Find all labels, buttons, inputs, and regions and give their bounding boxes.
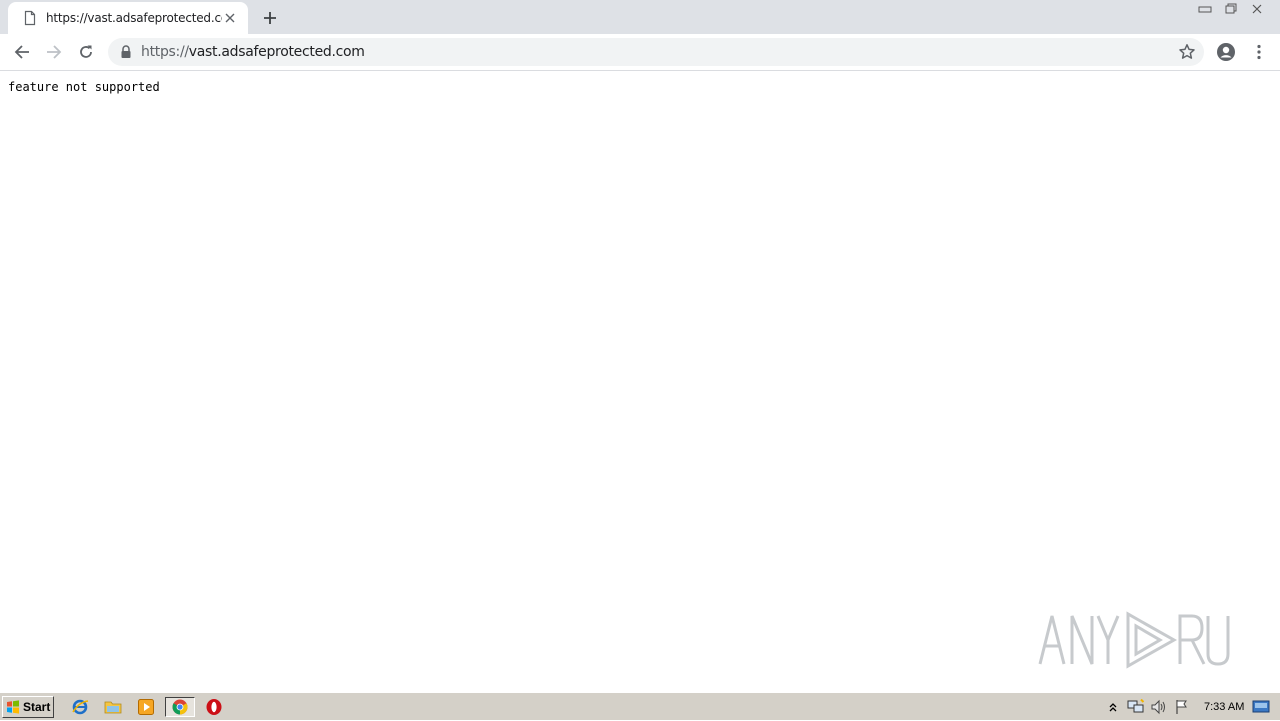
reload-button[interactable] (74, 40, 98, 64)
tab-strip: https://vast.adsafeprotected.com (0, 0, 1280, 34)
opera-icon (206, 699, 222, 715)
tab-active[interactable]: https://vast.adsafeprotected.com (8, 2, 248, 34)
media-player-icon (138, 699, 154, 715)
taskbar-media-player[interactable] (135, 697, 157, 717)
arrow-right-icon (47, 45, 62, 59)
folder-icon (104, 701, 122, 714)
clock[interactable]: 7:33 AM (1204, 701, 1244, 713)
volume-button[interactable] (1150, 698, 1168, 716)
tab-title: https://vast.adsafeprotected.com (46, 11, 222, 25)
windows-logo-icon (7, 700, 19, 714)
show-desktop-icon[interactable] (1252, 700, 1270, 714)
restore-icon (1225, 3, 1237, 14)
minimize-button[interactable] (1192, 0, 1218, 18)
new-tab-button[interactable] (258, 6, 282, 30)
restore-button[interactable] (1218, 0, 1244, 18)
reload-icon (80, 45, 92, 58)
action-center-button[interactable] (1173, 698, 1191, 716)
start-label: Start (23, 700, 51, 714)
taskbar: Start 7:33 AM (0, 692, 1280, 720)
page-icon (24, 10, 36, 26)
taskbar-opera[interactable] (203, 697, 225, 717)
close-button[interactable] (1244, 0, 1270, 18)
forward-button[interactable] (42, 40, 66, 64)
start-button[interactable]: Start (2, 696, 54, 718)
chrome-icon (172, 699, 188, 715)
arrow-left-icon (14, 45, 29, 59)
window-controls (1192, 0, 1270, 18)
internet-explorer-icon (72, 699, 89, 715)
url-text[interactable]: https://vast.adsafeprotected.com (141, 44, 365, 60)
lock-icon[interactable] (120, 44, 132, 60)
taskbar-ie[interactable] (69, 697, 91, 717)
url-host: vast.adsafeprotected.com (188, 44, 365, 60)
volume-icon (1151, 699, 1165, 715)
kebab-menu-icon (1257, 44, 1261, 60)
close-icon (1252, 4, 1262, 14)
minimize-icon (1198, 6, 1212, 13)
expand-tray-button[interactable] (1104, 698, 1122, 716)
expand-tray-icon (1109, 703, 1117, 712)
address-bar[interactable]: https://vast.adsafeprotected.com (108, 38, 1204, 66)
network-icon (1127, 699, 1145, 713)
profile-button[interactable] (1214, 40, 1238, 64)
page-body-text: feature not supported (8, 80, 160, 94)
back-button[interactable] (10, 40, 34, 64)
taskbar-chrome[interactable] (165, 697, 195, 717)
url-scheme: https:// (141, 44, 189, 60)
system-tray: 7:33 AM (1104, 693, 1280, 721)
taskbar-explorer[interactable] (102, 697, 124, 717)
anyrun-watermark-logo (1038, 611, 1230, 669)
flag-icon (1176, 700, 1187, 714)
star-icon[interactable] (1178, 43, 1196, 61)
network-button[interactable] (1127, 698, 1145, 716)
plus-icon (264, 12, 276, 24)
page-viewport: feature not supported (0, 72, 1280, 692)
browser-toolbar: https://vast.adsafeprotected.com (0, 34, 1280, 71)
account-icon (1217, 43, 1235, 61)
tab-close-icon[interactable] (222, 10, 238, 26)
menu-button[interactable] (1247, 40, 1271, 64)
